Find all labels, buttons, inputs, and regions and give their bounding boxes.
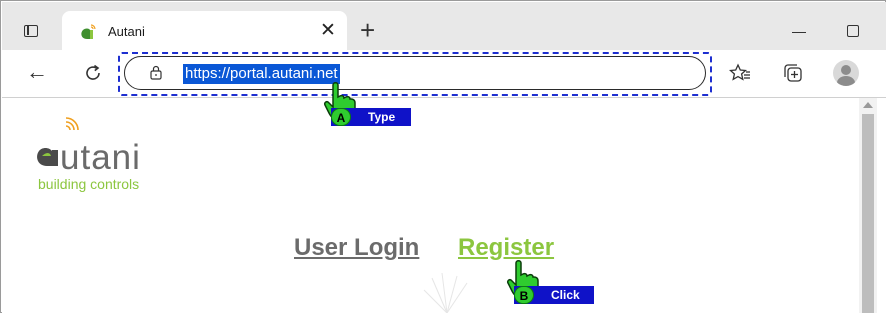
logo-wordmark: utani [60, 138, 141, 177]
annotation-action-a: Type [368, 110, 396, 124]
address-bar[interactable]: https://portal.autani.net [124, 56, 706, 90]
annotation-marker-b: B Click [514, 286, 594, 304]
background-rays-graphic [423, 272, 468, 313]
leaf-logo-icon [37, 148, 58, 166]
vertical-scrollbar[interactable] [859, 98, 877, 313]
minimize-icon[interactable] [792, 32, 806, 34]
url-text[interactable]: https://portal.autani.net [183, 64, 340, 84]
autani-favicon-icon [81, 24, 96, 39]
maximize-icon[interactable] [847, 25, 859, 37]
scroll-thumb[interactable] [862, 114, 874, 313]
back-arrow-icon[interactable]: ← [26, 60, 48, 84]
lock-icon [150, 65, 162, 80]
favorites-icon[interactable] [729, 62, 751, 84]
annotation-letter-b: B [514, 286, 534, 304]
browser-window: Autani ✕ + ← https://portal.autani.net u… [0, 0, 886, 313]
annotation-action-b: Click [551, 288, 580, 302]
page-content: utani building controls User Login Regis… [2, 98, 886, 313]
tab-title: Autani [108, 24, 145, 39]
signal-icon [65, 117, 79, 131]
close-icon[interactable]: ✕ [320, 21, 336, 41]
logo-tagline: building controls [38, 176, 140, 192]
tab-strip: Autani ✕ + [2, 2, 886, 51]
profile-icon[interactable] [833, 60, 859, 86]
refresh-icon[interactable] [82, 62, 104, 84]
browser-toolbar: ← https://portal.autani.net [2, 50, 886, 98]
tab-actions-icon[interactable] [20, 20, 42, 42]
scroll-up-icon[interactable] [863, 102, 873, 108]
register-link[interactable]: Register [458, 234, 554, 262]
plus-icon[interactable]: + [360, 17, 375, 43]
annotation-marker-a: A Type [331, 108, 411, 126]
user-login-link[interactable]: User Login [294, 234, 419, 262]
autani-logo: utani building controls [32, 116, 192, 196]
tab-autani[interactable]: Autani ✕ [62, 11, 347, 51]
collections-icon[interactable] [782, 62, 804, 84]
annotation-letter-a: A [331, 108, 351, 126]
